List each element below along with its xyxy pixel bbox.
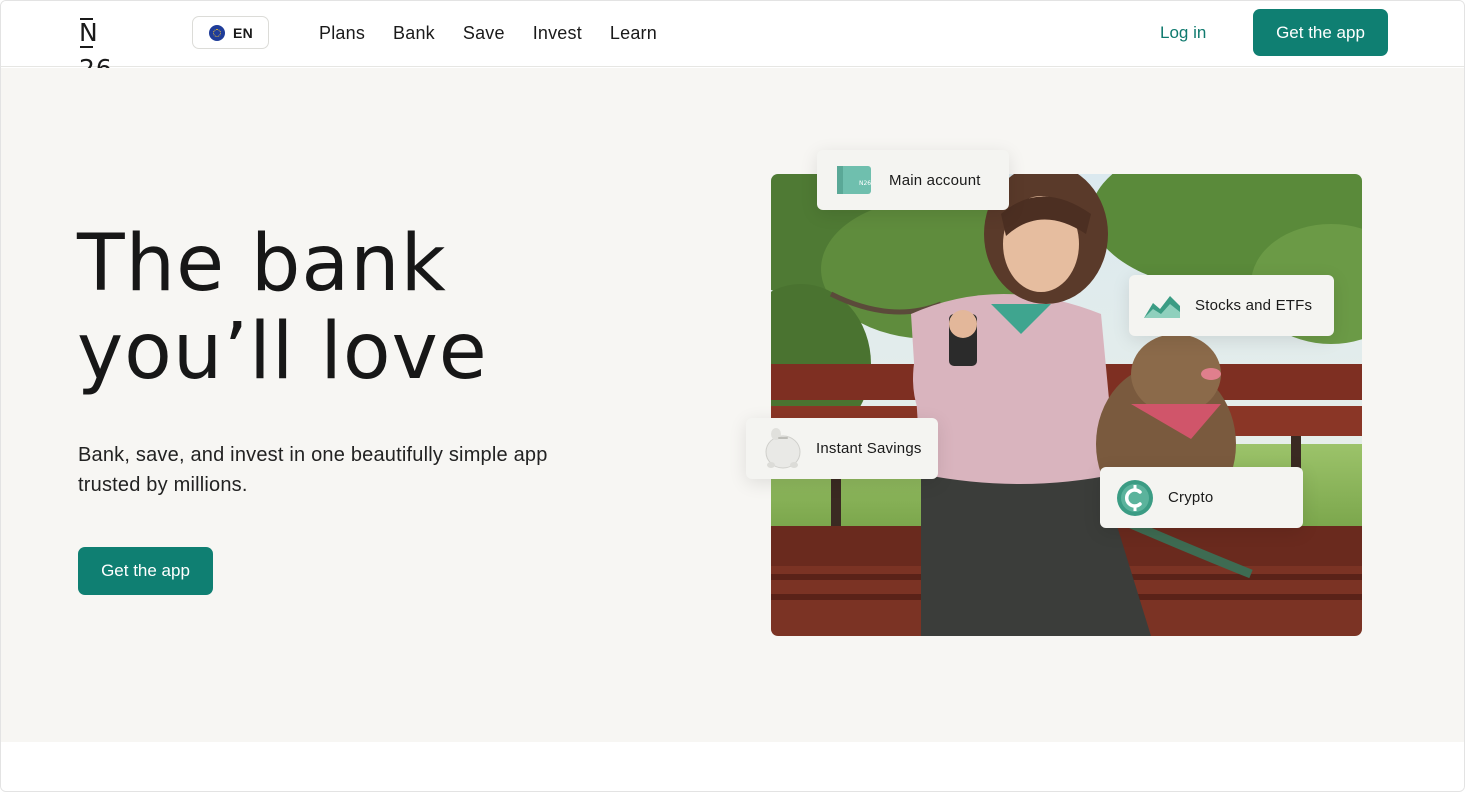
crypto-coin-icon xyxy=(1117,479,1153,516)
nav-item-save[interactable]: Save xyxy=(463,19,505,47)
hero-headline: The bank you’ll love xyxy=(77,219,488,397)
nav-item-bank[interactable]: Bank xyxy=(393,19,435,47)
savings-label: Instant Savings xyxy=(816,440,922,457)
hero-section: The bank you’ll love Bank, save, and inv… xyxy=(1,68,1464,742)
main-nav: Plans Bank Save Invest Learn xyxy=(319,19,657,47)
feature-chip-savings: Instant Savings xyxy=(746,418,938,479)
feature-chip-main-account: N26 Main account xyxy=(817,150,1009,210)
nav-item-invest[interactable]: Invest xyxy=(533,19,582,47)
woman-with-dog-on-bench-image xyxy=(771,174,1362,636)
login-link[interactable]: Log in xyxy=(1160,19,1206,47)
eu-flag-icon xyxy=(209,24,225,41)
language-label: EN xyxy=(233,24,254,41)
hero-photo xyxy=(771,174,1362,636)
page-bottom-strip xyxy=(1,742,1464,791)
get-the-app-hero-button[interactable]: Get the app xyxy=(78,547,213,595)
language-selector[interactable]: EN xyxy=(192,16,269,49)
feature-chip-stocks: Stocks and ETFs xyxy=(1129,275,1334,336)
svg-text:N26: N26 xyxy=(859,180,871,187)
nav-item-learn[interactable]: Learn xyxy=(610,19,657,47)
n26-logo[interactable]: N26 xyxy=(79,15,129,83)
piggy-bank-icon xyxy=(765,427,801,468)
feature-chip-crypto: Crypto xyxy=(1100,467,1303,528)
get-the-app-header-button[interactable]: Get the app xyxy=(1253,9,1388,56)
crypto-label: Crypto xyxy=(1168,489,1214,506)
card-icon: N26 xyxy=(837,166,871,194)
browser-viewport: N26 EN Plans Bank Save Invest Learn Log … xyxy=(0,0,1465,792)
stocks-label: Stocks and ETFs xyxy=(1195,297,1313,314)
nav-item-plans[interactable]: Plans xyxy=(319,19,365,47)
hero-subline: Bank, save, and invest in one beautifull… xyxy=(78,444,548,496)
site-header: N26 EN Plans Bank Save Invest Learn Log … xyxy=(1,1,1464,83)
main-account-label: Main account xyxy=(889,171,981,189)
chart-mountain-icon xyxy=(1144,295,1180,318)
